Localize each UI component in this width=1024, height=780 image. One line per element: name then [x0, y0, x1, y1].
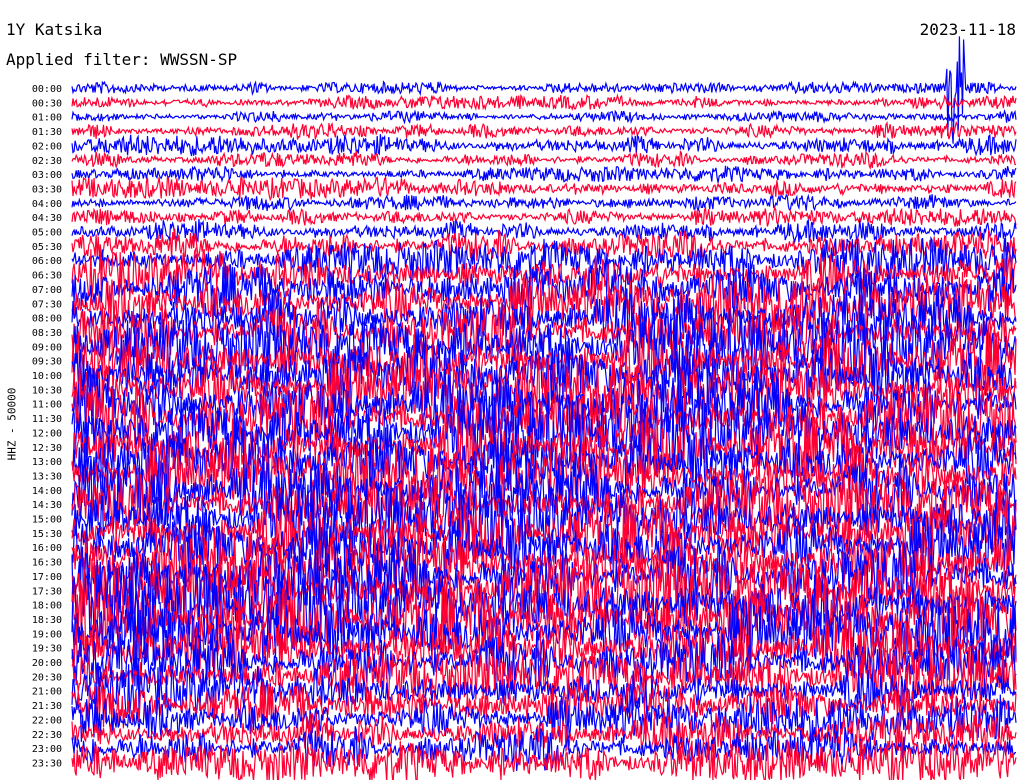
row-label-1230: 12:30 — [32, 443, 62, 454]
row-label-2200: 22:00 — [32, 715, 62, 726]
row-label-1630: 16:30 — [32, 558, 62, 569]
row-label-2300: 23:00 — [32, 744, 62, 755]
row-label-1500: 15:00 — [32, 515, 62, 526]
trace-row-0230 — [71, 150, 1017, 171]
row-label-1030: 10:30 — [32, 385, 62, 396]
row-label-0130: 01:30 — [32, 127, 62, 138]
trace-row-0500 — [71, 218, 1017, 244]
row-label-0930: 09:30 — [32, 357, 62, 368]
row-label-1900: 19:00 — [32, 629, 62, 640]
row-label-2000: 20:00 — [32, 658, 62, 669]
row-label-0000: 00:00 — [32, 84, 62, 95]
trace-row-0300 — [71, 165, 1017, 183]
row-label-0630: 06:30 — [32, 271, 62, 282]
row-label-0300: 03:00 — [32, 170, 62, 181]
row-label-1800: 18:00 — [32, 601, 62, 612]
row-label-0700: 07:00 — [32, 285, 62, 296]
row-label-0400: 04:00 — [32, 199, 62, 210]
trace-row-0000 — [71, 36, 1017, 144]
row-label-0230: 02:30 — [32, 156, 62, 167]
row-label-0730: 07:30 — [32, 299, 62, 310]
row-label-2230: 22:30 — [32, 730, 62, 741]
trace-row-0100 — [71, 108, 1017, 125]
row-label-1730: 17:30 — [32, 586, 62, 597]
row-label-2330: 23:30 — [32, 758, 62, 769]
row-label-0530: 05:30 — [32, 242, 62, 253]
trace-row-0430 — [71, 205, 1017, 227]
row-label-0500: 05:00 — [32, 228, 62, 239]
row-label-1330: 13:30 — [32, 471, 62, 482]
row-label-1600: 16:00 — [32, 543, 62, 554]
row-label-0830: 08:30 — [32, 328, 62, 339]
row-label-2130: 21:30 — [32, 701, 62, 712]
row-label-0900: 09:00 — [32, 342, 62, 353]
trace-row-0400 — [71, 193, 1017, 212]
row-label-0600: 06:00 — [32, 256, 62, 267]
row-label-0330: 03:30 — [32, 184, 62, 195]
row-label-1930: 19:30 — [32, 644, 62, 655]
row-label-1830: 18:30 — [32, 615, 62, 626]
row-label-0100: 01:00 — [32, 113, 62, 124]
row-label-0800: 08:00 — [32, 314, 62, 325]
row-label-1300: 13:00 — [32, 457, 62, 468]
trace-row-0200 — [71, 134, 1017, 157]
trace-row-0030 — [71, 93, 1017, 111]
row-label-0430: 04:30 — [32, 213, 62, 224]
row-label-1700: 17:00 — [32, 572, 62, 583]
row-label-1530: 15:30 — [32, 529, 62, 540]
row-label-1430: 14:30 — [32, 500, 62, 511]
row-label-1000: 10:00 — [32, 371, 62, 382]
row-label-0030: 00:30 — [32, 98, 62, 109]
row-label-1100: 11:00 — [32, 400, 62, 411]
row-label-2030: 20:30 — [32, 672, 62, 683]
row-label-1200: 12:00 — [32, 428, 62, 439]
row-label-0200: 02:00 — [32, 141, 62, 152]
trace-row-0130 — [71, 120, 1017, 141]
row-label-1400: 14:00 — [32, 486, 62, 497]
row-label-2100: 21:00 — [32, 687, 62, 698]
row-label-1130: 11:30 — [32, 414, 62, 425]
helicorder-plot: 00:00 00:30 01:00 01:30 02:00 02:30 03:00 03:30… — [32, 36, 1017, 780]
